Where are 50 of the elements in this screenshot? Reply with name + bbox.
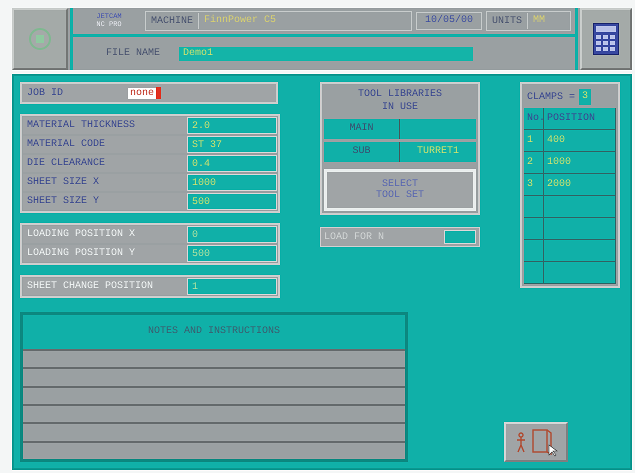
library-value: TURRET1 xyxy=(416,145,460,159)
field-label: MATERIAL THICKNESS xyxy=(23,117,187,134)
empty-table-cell xyxy=(544,196,616,218)
field-value[interactable]: 2.0 xyxy=(187,117,277,134)
file-name-field[interactable]: Demo1 xyxy=(179,46,474,60)
field-label: SHEET SIZE Y xyxy=(23,193,187,210)
tool-libraries-title: TOOL LIBRARIES IN USE xyxy=(356,88,443,115)
clamps-label: CLAMPS = xyxy=(526,92,576,102)
clamps-count[interactable]: 3 xyxy=(579,89,592,105)
empty-table-cell xyxy=(524,262,544,284)
table-cell: 1000 xyxy=(544,152,616,174)
machine-value: FinnPower C5 xyxy=(198,13,411,29)
machine-label: MACHINE xyxy=(150,16,194,26)
job-id-label: JOB ID xyxy=(26,88,64,98)
select-tool-set-button[interactable]: SELECT TOOL SET xyxy=(324,169,476,211)
table-cell: 3 xyxy=(524,174,544,196)
column-header: No. xyxy=(524,108,544,130)
field-label: LOADING POSITION Y xyxy=(23,245,187,262)
field-label: SHEET SIZE X xyxy=(23,174,187,191)
home-button[interactable] xyxy=(12,8,68,70)
empty-table-cell xyxy=(544,240,616,262)
empty-table-cell xyxy=(524,196,544,218)
exit-button[interactable] xyxy=(504,422,568,462)
field-label: DIE CLEARANCE xyxy=(23,155,187,172)
file-name-label: FILE NAME xyxy=(105,48,162,59)
field-value[interactable]: ST 37 xyxy=(187,136,277,153)
field-value[interactable]: 0.4 xyxy=(187,155,277,172)
table-cell: 2 xyxy=(524,152,544,174)
empty-table-cell xyxy=(524,218,544,240)
empty-table-cell xyxy=(524,240,544,262)
library-label: MAIN xyxy=(324,119,400,139)
empty-table-cell xyxy=(544,262,616,284)
field-label: SHEET CHANGE POSITION xyxy=(23,278,187,295)
table-cell: 400 xyxy=(544,130,616,152)
field-value[interactable]: 1000 xyxy=(187,174,277,191)
calculator-button[interactable] xyxy=(580,8,632,70)
field-label: LOADING POSITION X xyxy=(23,226,187,243)
field-value[interactable]: 500 xyxy=(187,193,277,210)
table-cell: 2000 xyxy=(544,174,616,196)
library-label: SUB xyxy=(324,142,400,162)
units-label: UNITS xyxy=(490,16,523,26)
table-cell: 1 xyxy=(524,130,544,152)
field-label: MATERIAL CODE xyxy=(23,136,187,153)
job-id-field[interactable]: none xyxy=(128,88,156,98)
units-value: MM xyxy=(527,13,570,29)
column-header: POSITION xyxy=(544,108,616,130)
date-text: 10/05/00 xyxy=(416,12,482,30)
text-cursor xyxy=(156,87,162,99)
calculator-icon xyxy=(593,23,619,55)
empty-table-cell xyxy=(544,218,616,240)
